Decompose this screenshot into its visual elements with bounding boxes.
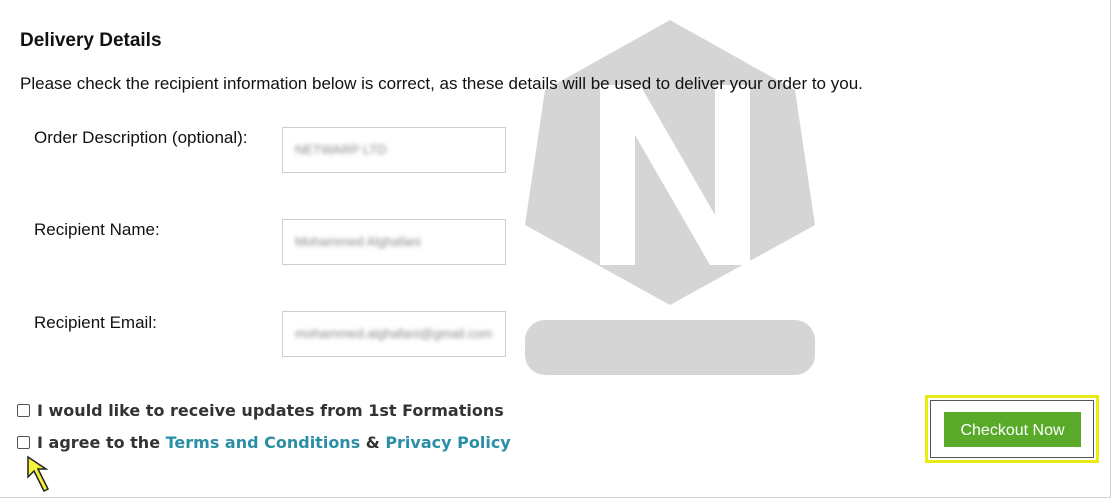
order-description-label: Order Description (optional): bbox=[34, 128, 248, 147]
page-title: Delivery Details bbox=[20, 30, 162, 51]
agree-amp: & bbox=[360, 433, 386, 452]
recipient-email-field[interactable]: mohammed.alghafani@gmail.com bbox=[282, 311, 506, 357]
recipient-name-label: Recipient Name: bbox=[34, 220, 160, 239]
order-description-value: NETWARP LTD bbox=[295, 142, 387, 157]
updates-checkbox[interactable] bbox=[17, 404, 30, 417]
order-description-field[interactable]: NETWARP LTD bbox=[282, 127, 506, 173]
updates-checkbox-label[interactable]: I would like to receive updates from 1st… bbox=[37, 401, 504, 420]
agree-checkbox-row: I agree to the Terms and Conditions & Pr… bbox=[17, 433, 511, 452]
agree-prefix: I agree to the bbox=[37, 433, 166, 452]
terms-link[interactable]: Terms and Conditions bbox=[166, 433, 361, 452]
recipient-email-label: Recipient Email: bbox=[34, 313, 157, 332]
recipient-name-value: Mohammed Alghafani bbox=[295, 234, 421, 249]
cursor-arrow-icon bbox=[27, 455, 50, 493]
privacy-link[interactable]: Privacy Policy bbox=[385, 433, 510, 452]
updates-checkbox-row: I would like to receive updates from 1st… bbox=[17, 401, 504, 420]
checkout-now-button[interactable]: Checkout Now bbox=[944, 412, 1081, 447]
recipient-name-field[interactable]: Mohammed Alghafani bbox=[282, 219, 506, 265]
intro-text: Please check the recipient information b… bbox=[20, 74, 863, 93]
recipient-email-value: mohammed.alghafani@gmail.com bbox=[295, 326, 493, 341]
agree-checkbox[interactable] bbox=[17, 436, 30, 449]
